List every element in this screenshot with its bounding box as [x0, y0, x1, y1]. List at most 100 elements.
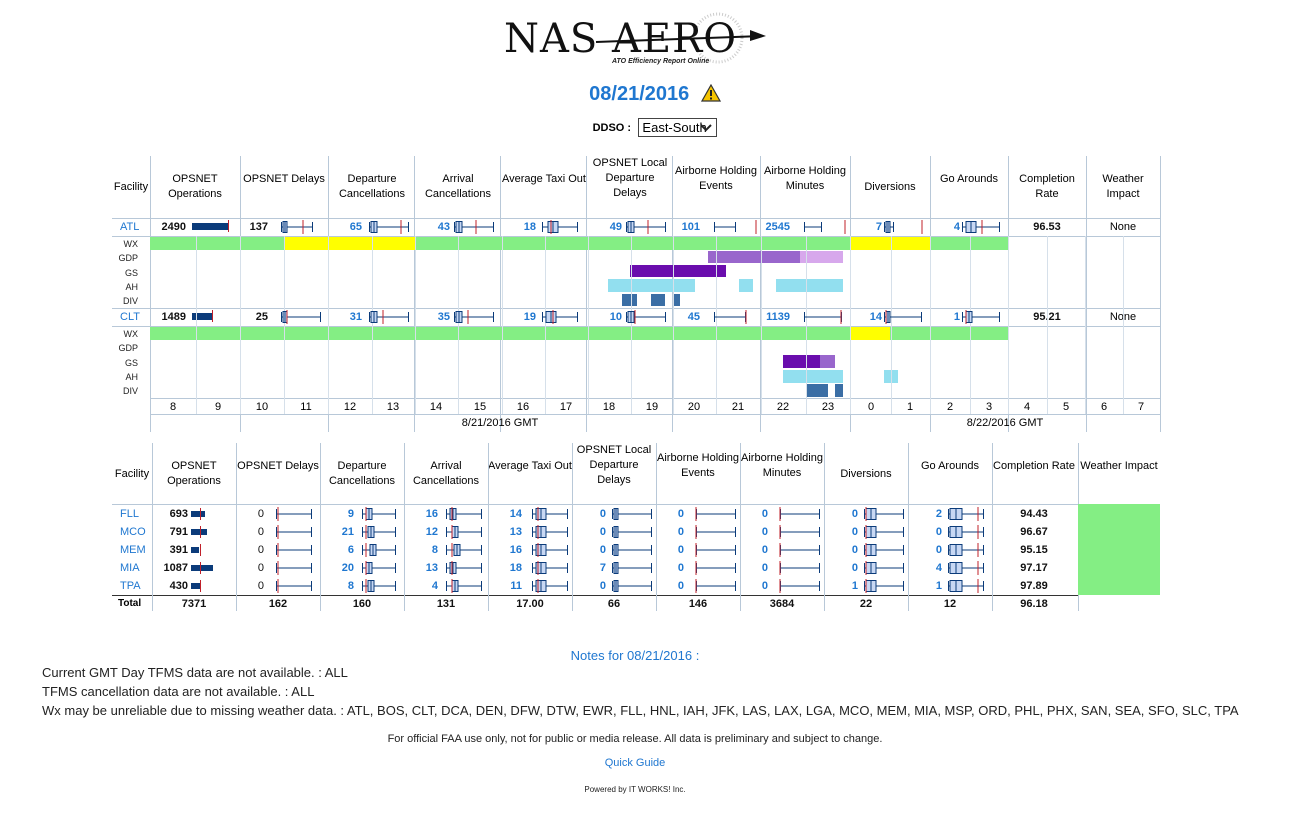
clt-ah-events[interactable]: 45	[674, 311, 700, 323]
mia-ah-events[interactable]: 0	[656, 562, 684, 574]
fll-local-dep[interactable]: 0	[572, 508, 606, 520]
fll-taxi-out[interactable]: 14	[488, 508, 522, 520]
clt-diversions-boxplot	[884, 310, 922, 324]
fll-delays: 0	[257, 508, 264, 520]
mem-go-arounds[interactable]: 0	[908, 544, 942, 556]
clt-div-label: DIV	[122, 386, 138, 396]
mco-local-dep[interactable]: 0	[572, 526, 606, 538]
facility-link-mia[interactable]: MIA	[120, 562, 140, 574]
mem-completion-rate: 95.15	[1020, 544, 1048, 556]
tpa-arr-cancel[interactable]: 4	[404, 580, 438, 592]
mco-ah-events[interactable]: 0	[656, 526, 684, 538]
atl-ah-events[interactable]: 101	[674, 221, 700, 233]
mco-dep-cancel[interactable]: 21	[320, 526, 354, 538]
hour-tick-label: 16	[516, 401, 530, 413]
clt-local-dep[interactable]: 10	[588, 311, 622, 323]
clt-arr-cancel[interactable]: 35	[416, 311, 450, 323]
clt-taxi-out-boxplot	[542, 310, 578, 324]
fll-ah-events[interactable]: 0	[656, 508, 684, 520]
atl-wx-yellow	[284, 237, 415, 250]
atl-diversions-boxplot	[884, 220, 923, 234]
mia-dep-cancel[interactable]: 20	[320, 562, 354, 574]
facility-link-atl[interactable]: ATL	[120, 221, 139, 233]
tpa-dep-cancel[interactable]: 8	[320, 580, 354, 592]
atl-local-dep[interactable]: 49	[588, 221, 622, 233]
facility-link-clt[interactable]: CLT	[120, 311, 140, 323]
fll-dep-cancel[interactable]: 9	[320, 508, 354, 520]
hour-tick-label: 10	[255, 401, 269, 413]
mco-ah-minutes[interactable]: 0	[740, 526, 768, 538]
clt-wx-label: WX	[123, 329, 139, 339]
ddso-select[interactable]: East-South	[638, 118, 718, 137]
atl-taxi-out[interactable]: 18	[502, 221, 536, 233]
hour-grid-line	[415, 236, 416, 414]
tpa-delays: 0	[257, 580, 264, 592]
mia-diversions-boxplot	[864, 561, 904, 575]
mia-taxi-out[interactable]: 18	[488, 562, 522, 574]
mem-ah-minutes[interactable]: 0	[740, 544, 768, 556]
facility-link-fll[interactable]: FLL	[120, 508, 139, 520]
mem-operations: 391	[169, 544, 188, 556]
mem-taxi-out[interactable]: 16	[488, 544, 522, 556]
atl-dep-cancel[interactable]: 65	[330, 221, 362, 233]
clt-dep-cancel[interactable]: 31	[330, 311, 362, 323]
fll-operations: 693	[169, 508, 188, 520]
clt-taxi-out[interactable]: 19	[502, 311, 536, 323]
hour-tick-label: 19	[645, 401, 659, 413]
mco-go-arounds[interactable]: 0	[908, 526, 942, 538]
table1-column-divider	[1160, 156, 1161, 432]
tpa-ah-minutes[interactable]: 0	[740, 580, 768, 592]
clt-operations: 1489	[161, 311, 186, 323]
mia-arr-cancel[interactable]: 13	[404, 562, 438, 574]
fll-go-arounds[interactable]: 2	[908, 508, 942, 520]
tpa-ah-events[interactable]: 0	[656, 580, 684, 592]
col-header-arrival-cancellations: Arrival Cancellations	[424, 173, 492, 200]
tpa-go-arounds[interactable]: 1	[908, 580, 942, 592]
col-header-opsnet-delays: OPSNET Delays	[243, 173, 325, 185]
mia-ah-events-boxplot	[695, 561, 736, 575]
mem-arr-cancel[interactable]: 8	[404, 544, 438, 556]
clt-go-arounds[interactable]: 1	[932, 311, 960, 323]
atl-ah-bar	[739, 279, 753, 292]
fll-arr-cancel[interactable]: 16	[404, 508, 438, 520]
atl-arr-cancel-boxplot	[454, 220, 494, 234]
tpa-taxi-out[interactable]: 11	[488, 580, 522, 592]
mem-diversions[interactable]: 0	[824, 544, 858, 556]
hour-grid-line	[850, 236, 851, 414]
hour-tick-label: 18	[602, 401, 616, 413]
atl-go-arounds[interactable]: 4	[932, 221, 960, 233]
quick-guide-link[interactable]: Quick Guide	[0, 757, 1270, 769]
atl-ah-minutes[interactable]: 2545	[758, 221, 790, 233]
facility-link-mem[interactable]: MEM	[120, 544, 146, 556]
mia-go-arounds-boxplot	[948, 561, 984, 575]
hour-grid-line	[196, 236, 197, 414]
tpa-local-dep[interactable]: 0	[572, 580, 606, 592]
mia-arr-cancel-boxplot	[446, 561, 482, 575]
warning-icon[interactable]	[700, 84, 721, 102]
mia-ah-minutes[interactable]: 0	[740, 562, 768, 574]
mia-ah-minutes-boxplot	[779, 561, 820, 575]
mia-local-dep[interactable]: 7	[572, 562, 606, 574]
fll-ah-minutes[interactable]: 0	[740, 508, 768, 520]
tpa-diversions[interactable]: 1	[824, 580, 858, 592]
clt-dep-cancel-boxplot	[369, 310, 409, 324]
t2-col-header-average-taxi-out: Average Taxi Out	[488, 460, 572, 472]
hour-tick-label: 9	[214, 401, 222, 413]
mco-diversions[interactable]: 0	[824, 526, 858, 538]
mem-dep-cancel[interactable]: 6	[320, 544, 354, 556]
mem-ah-events[interactable]: 0	[656, 544, 684, 556]
mco-taxi-out[interactable]: 13	[488, 526, 522, 538]
mem-local-dep[interactable]: 0	[572, 544, 606, 556]
facility-link-tpa[interactable]: TPA	[120, 580, 141, 592]
atl-diversions[interactable]: 7	[852, 221, 882, 233]
mia-diversions[interactable]: 0	[824, 562, 858, 574]
fll-diversions[interactable]: 0	[824, 508, 858, 520]
clt-ah-minutes[interactable]: 1139	[758, 311, 790, 323]
clt-diversions[interactable]: 14	[852, 311, 882, 323]
mco-arr-cancel[interactable]: 12	[404, 526, 438, 538]
facility-link-mco[interactable]: MCO	[120, 526, 146, 538]
atl-arr-cancel[interactable]: 43	[416, 221, 450, 233]
mia-go-arounds[interactable]: 4	[908, 562, 942, 574]
clt-gs-bar-light	[820, 355, 835, 368]
atl-ah-events-boxplot	[714, 220, 757, 234]
